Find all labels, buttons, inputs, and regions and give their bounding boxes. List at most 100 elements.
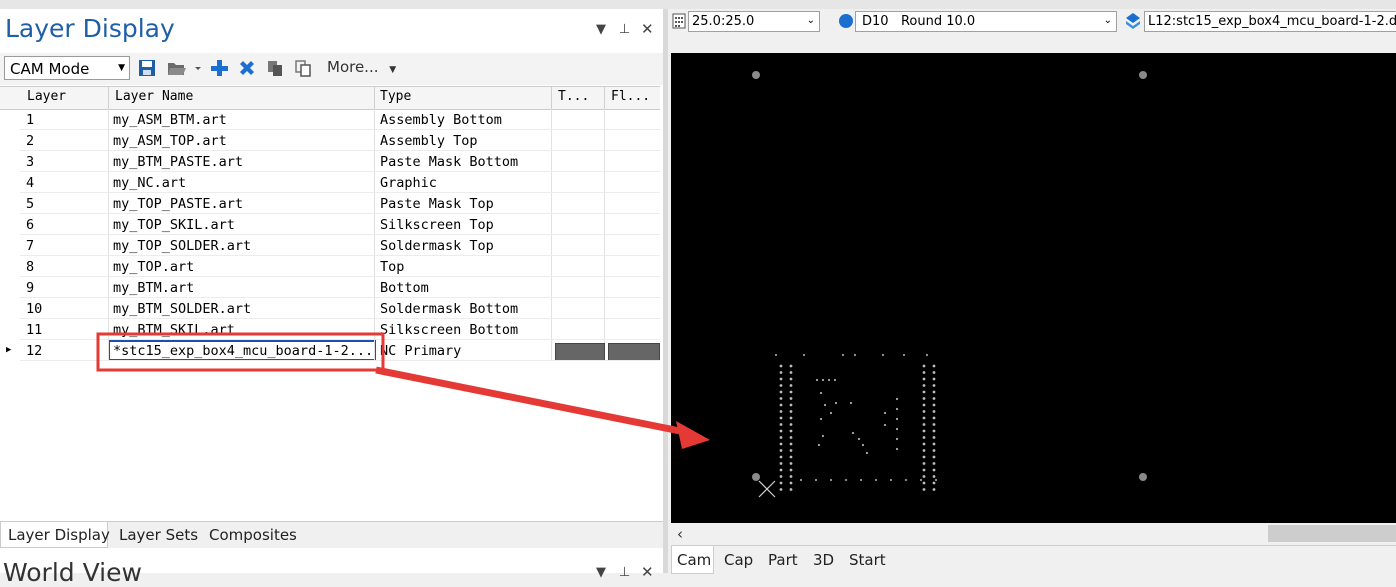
drill-hole — [817, 443, 821, 447]
cell-layer-name[interactable]: *stc15_exp_box4_mcu_board-1-2... — [113, 343, 373, 359]
drill-hole — [779, 390, 783, 394]
drill-hole — [922, 364, 926, 368]
drill-hole — [922, 449, 926, 452]
close-icon[interactable]: ✕ — [641, 20, 654, 38]
table-row[interactable]: 11 my_BTM_SKIL.art Silkscreen Bottom — [0, 319, 660, 340]
dropdown-arrow-icon[interactable]: ▼ — [596, 22, 606, 37]
cell-type: Soldermask Bottom — [380, 301, 519, 317]
layer-color-swatch[interactable] — [555, 343, 605, 361]
table-row[interactable]: 3 my_BTM_PASTE.art Paste Mask Bottom — [0, 151, 660, 172]
drill-hole — [932, 488, 936, 491]
tab-cam[interactable]: Cam — [677, 551, 711, 569]
chevron-down-icon: ▼ — [118, 63, 125, 73]
drill-hole — [922, 488, 926, 491]
table-row[interactable]: 9 my_BTM.art Bottom — [0, 277, 660, 298]
drill-hole — [932, 410, 936, 413]
drill-hole — [861, 443, 865, 447]
drill-hole — [779, 364, 783, 368]
cell-layer: 9 — [26, 280, 35, 296]
panel-splitter[interactable] — [663, 9, 668, 573]
layer-flash-swatch[interactable] — [608, 343, 660, 361]
cell-layer: 10 — [26, 301, 43, 317]
drill-hole — [789, 475, 793, 478]
tab-layer-display[interactable]: Layer Display — [8, 526, 110, 544]
tab-part[interactable]: Part — [768, 551, 798, 569]
col-header-t[interactable]: T... — [558, 89, 589, 104]
table-row[interactable]: 6 my_TOP_SKIL.art Silkscreen Top — [0, 214, 660, 235]
layer-select[interactable]: L12:stc15_exp_box4_mcu_board-1-2.drl — [1144, 11, 1396, 32]
cam-canvas[interactable] — [671, 53, 1396, 523]
drill-hole — [922, 462, 926, 465]
drill-hole — [789, 403, 793, 407]
pin-icon[interactable]: ⊥ — [619, 22, 630, 37]
drill-hole — [932, 384, 936, 387]
table-row[interactable]: 5 my_TOP_PASTE.art Paste Mask Top — [0, 193, 660, 214]
table-row[interactable]: 1 my_ASM_BTM.art Assembly Bottom — [0, 109, 660, 130]
close-icon[interactable]: ✕ — [641, 563, 654, 581]
scroll-left-icon[interactable]: ‹ — [677, 525, 683, 543]
col-header-layer[interactable]: Layer — [27, 89, 66, 104]
mode-select[interactable]: CAM Mode ▼ — [4, 56, 130, 80]
more-button[interactable]: More... ▼ — [327, 58, 396, 76]
drill-hole — [821, 434, 825, 438]
drill-hole — [789, 371, 793, 374]
drill-hole — [841, 353, 845, 357]
drill-hole — [789, 468, 793, 472]
drill-hole — [922, 436, 926, 439]
drill-hole — [779, 371, 783, 374]
table-row[interactable]: 10 my_BTM_SOLDER.art Soldermask Bottom — [0, 298, 660, 319]
cell-layer: 12 — [26, 343, 43, 359]
drill-hole — [932, 449, 936, 452]
drill-hole — [922, 377, 926, 381]
paste-icon[interactable] — [293, 58, 313, 78]
scrollbar-thumb[interactable] — [1268, 525, 1396, 542]
cell-layer-name: my_TOP_PASTE.art — [113, 196, 244, 212]
mounting-hole — [752, 71, 760, 79]
drill-hole — [789, 423, 793, 426]
open-folder-icon[interactable] — [166, 58, 202, 78]
cell-type: Assembly Top — [380, 133, 478, 149]
table-row[interactable]: 7 my_TOP_SOLDER.art Soldermask Top — [0, 235, 660, 256]
drill-hole — [802, 353, 806, 357]
delete-icon[interactable] — [237, 58, 257, 78]
drill-hole — [932, 371, 936, 374]
copy-icon[interactable] — [265, 58, 285, 78]
col-header-layer-name[interactable]: Layer Name — [115, 89, 193, 104]
horizontal-scrollbar[interactable]: ‹ — [671, 523, 1396, 544]
table-row[interactable]: 8 my_TOP.art Top — [0, 256, 660, 277]
drill-hole — [789, 436, 793, 439]
tab-start[interactable]: Start — [849, 551, 886, 569]
tab-3d[interactable]: 3D — [813, 551, 834, 569]
table-row[interactable]: ▶ 12 *stc15_exp_box4_mcu_board-1-2... NC Pr… — [0, 340, 660, 361]
drill-plot — [752, 71, 1147, 498]
drill-hole — [932, 416, 936, 420]
drill-hole — [834, 401, 838, 405]
table-row[interactable]: 2 my_ASM_TOP.art Assembly Top — [0, 130, 660, 151]
col-header-type[interactable]: Type — [380, 89, 411, 104]
cell-layer: 1 — [26, 112, 35, 128]
tab-layer-sets[interactable]: Layer Sets — [119, 526, 198, 544]
cell-type: Soldermask Top — [380, 238, 494, 254]
table-header: Layer Layer Name Type T... Fl... — [0, 86, 660, 110]
drill-hole — [789, 481, 793, 485]
tab-composites[interactable]: Composites — [209, 526, 297, 544]
cell-layer: 6 — [26, 217, 35, 233]
table-row[interactable]: 4 my_NC.art Graphic — [0, 172, 660, 193]
save-icon[interactable] — [137, 58, 157, 78]
drill-hole — [922, 390, 926, 394]
cell-type: Silkscreen Bottom — [380, 322, 519, 338]
dcode-select[interactable]: D10 Round 10.0 ⌄ — [855, 11, 1117, 32]
drill-hole — [789, 410, 793, 413]
dcode-select-value: D10 Round 10.0 — [862, 14, 976, 29]
drill-hole — [922, 455, 926, 459]
grid-select[interactable]: 25.0:25.0 ⌄ — [688, 11, 820, 32]
drill-hole — [819, 391, 823, 395]
drill-hole — [779, 436, 783, 439]
drill-hole — [853, 353, 857, 357]
drill-hole — [779, 468, 783, 472]
drill-hole — [779, 481, 783, 485]
cell-layer-name: my_NC.art — [113, 175, 187, 191]
add-icon[interactable] — [209, 58, 229, 78]
tab-cap[interactable]: Cap — [724, 551, 753, 569]
col-header-fl[interactable]: Fl... — [611, 89, 650, 104]
